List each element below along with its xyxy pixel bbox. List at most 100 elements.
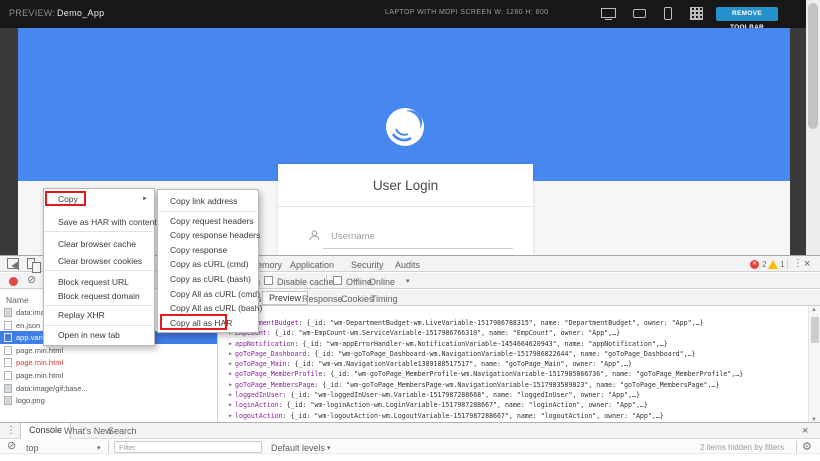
request-row[interactable]: data:image/gif;base... bbox=[0, 381, 217, 394]
app-header-banner bbox=[18, 28, 790, 181]
tab-cookies[interactable]: Cookies bbox=[341, 294, 374, 304]
expand-triangle-icon[interactable]: ▶ bbox=[229, 339, 232, 349]
console-toolbar: ⊘ top ▾ Default levels ▾ 2 items hidden … bbox=[0, 440, 820, 454]
preview-pane-scrollbar[interactable]: ▲ ▼ bbox=[808, 306, 820, 424]
gear-icon[interactable]: ⚙ bbox=[802, 440, 812, 453]
menu-item-copy-request-headers[interactable]: Copy request headers bbox=[158, 214, 258, 229]
menu-item-block-domain[interactable]: Block request domain bbox=[44, 289, 154, 303]
file-icon bbox=[4, 333, 12, 342]
record-icon[interactable] bbox=[9, 277, 18, 286]
json-line[interactable]: ▶goToPage_MembersPage: {_id: "wm-goToPag… bbox=[229, 380, 808, 390]
tablet-icon[interactable] bbox=[633, 9, 646, 18]
menu-item-block-url[interactable]: Block request URL bbox=[44, 275, 154, 289]
tab-whats-new[interactable]: What's New bbox=[64, 426, 112, 436]
menu-item-clear-cookies[interactable]: Clear browser cookies bbox=[44, 254, 154, 268]
json-line[interactable]: ▶EmpCount: {_id: "wm-EmpCount-wm.Service… bbox=[229, 328, 808, 338]
menu-item-clear-cache[interactable]: Clear browser cache bbox=[44, 237, 154, 251]
qr-code-icon[interactable] bbox=[690, 7, 703, 20]
scrollbar-thumb[interactable] bbox=[811, 317, 819, 343]
menu-item-copy-link-address[interactable]: Copy link address bbox=[158, 194, 258, 209]
clear-icon[interactable]: ⊘ bbox=[27, 275, 36, 286]
scroll-up-icon[interactable]: ▲ bbox=[811, 307, 817, 313]
throttling-select[interactable]: Online bbox=[369, 277, 395, 287]
menu-item-save-har[interactable]: Save as HAR with content bbox=[44, 215, 154, 229]
divider bbox=[326, 275, 327, 287]
drawer-menu-icon[interactable]: ⋮ bbox=[6, 425, 16, 436]
clear-console-icon[interactable]: ⊘ bbox=[7, 441, 16, 452]
page-scrollbar-thumb[interactable] bbox=[808, 3, 818, 129]
expand-triangle-icon[interactable]: ▶ bbox=[229, 359, 232, 369]
json-line[interactable]: ▶loginAction: {_id: "wm-loginAction-wm.L… bbox=[229, 400, 808, 410]
phone-icon[interactable] bbox=[664, 7, 672, 20]
offline-checkbox[interactable] bbox=[333, 276, 342, 285]
inspect-element-icon[interactable] bbox=[7, 258, 19, 269]
tab-timing[interactable]: Timing bbox=[371, 294, 398, 304]
json-line[interactable]: ▶DepartmentBudget: {_id: "wm-DepartmentB… bbox=[229, 318, 808, 328]
preview-toolbar: PREVIEW: Demo_App LAPTOP WITH MDPI SCREE… bbox=[0, 0, 806, 28]
menu-separator bbox=[45, 231, 153, 232]
error-count: 2 bbox=[762, 260, 766, 269]
tab-response[interactable]: Response bbox=[302, 294, 343, 304]
tab-search[interactable]: Search bbox=[108, 426, 137, 436]
name-column-header[interactable]: Name bbox=[6, 295, 29, 305]
expand-triangle-icon[interactable]: ▶ bbox=[229, 349, 232, 359]
request-row[interactable]: logo.png bbox=[0, 394, 217, 407]
chevron-down-icon[interactable]: ▾ bbox=[406, 277, 410, 285]
json-line[interactable]: ▶logoutAction: {_id: "wm-logoutAction-wm… bbox=[229, 411, 808, 421]
drawer-tab-bar: ⋮ Console What's New Search × bbox=[0, 423, 820, 439]
network-context-menu: Copy► Save as HAR with content Clear bro… bbox=[43, 188, 155, 346]
laptop-icon[interactable] bbox=[601, 8, 616, 18]
annotation-box-copy-all-as-har bbox=[160, 314, 227, 330]
devtools-close-icon[interactable]: × bbox=[804, 258, 810, 270]
app-name: Demo_App bbox=[57, 8, 104, 18]
preview-label: PREVIEW: bbox=[9, 8, 55, 18]
device-toolbar-icon[interactable] bbox=[27, 258, 35, 269]
menu-item-open-new-tab[interactable]: Open in new tab bbox=[44, 328, 154, 342]
drawer-close-icon[interactable]: × bbox=[802, 425, 808, 437]
json-line[interactable]: ▶goToPage_Main: {_id: "wm-wm.NavigationV… bbox=[229, 359, 808, 369]
disable-cache-checkbox[interactable] bbox=[264, 276, 273, 285]
request-row[interactable]: page.min.html bbox=[0, 369, 217, 382]
json-line[interactable]: ▶goToPage_MemberProfile: {_id: "wm-goToP… bbox=[229, 369, 808, 379]
chevron-down-icon[interactable]: ▾ bbox=[97, 444, 101, 452]
file-icon bbox=[4, 321, 12, 330]
expand-triangle-icon[interactable]: ▶ bbox=[229, 390, 232, 400]
context-select[interactable]: top bbox=[26, 443, 39, 453]
expand-triangle-icon[interactable]: ▶ bbox=[229, 380, 232, 390]
tab-application[interactable]: Application bbox=[290, 260, 334, 270]
request-row-error[interactable]: page.min.html bbox=[0, 356, 217, 369]
tab-security[interactable]: Security bbox=[351, 260, 384, 270]
expand-triangle-icon[interactable]: ▶ bbox=[229, 369, 232, 379]
menu-item-replay-xhr[interactable]: Replay XHR bbox=[44, 308, 154, 322]
menu-separator bbox=[45, 325, 153, 326]
expand-triangle-icon[interactable]: ▶ bbox=[229, 411, 232, 421]
tab-audits[interactable]: Audits bbox=[395, 260, 420, 270]
tab-memory-fragment[interactable]: emory bbox=[257, 260, 282, 270]
menu-item-copy-response[interactable]: Copy response bbox=[158, 243, 258, 258]
menu-item-copy-as-curl-cmd[interactable]: Copy as cURL (cmd) bbox=[158, 257, 258, 272]
menu-item-copy-response-headers[interactable]: Copy response headers bbox=[158, 228, 258, 243]
console-drawer: ⋮ Console What's New Search × ⊘ top ▾ De… bbox=[0, 422, 820, 461]
json-line[interactable]: ▶appNotification: {_id: "wm-appErrorHand… bbox=[229, 339, 808, 349]
login-title: User Login bbox=[278, 164, 533, 207]
preview-left-gutter bbox=[0, 28, 18, 255]
menu-item-copy-as-curl-bash[interactable]: Copy as cURL (bash) bbox=[158, 272, 258, 287]
devtools-menu-icon[interactable]: ⋮ bbox=[793, 258, 803, 269]
image-file-icon bbox=[4, 396, 12, 405]
chevron-down-icon[interactable]: ▾ bbox=[327, 444, 331, 452]
json-line[interactable]: ▶loggedInUser: {_id: "wm-loggedInUser-wm… bbox=[229, 390, 808, 400]
preview-right-gutter bbox=[790, 28, 806, 255]
offline-label[interactable]: Offline bbox=[346, 277, 372, 287]
annotation-box-copy bbox=[45, 191, 86, 206]
json-line[interactable]: ▶goToPage_Dashboard: {_id: "wm-goToPage_… bbox=[229, 349, 808, 359]
error-badge-icon[interactable]: ✕ bbox=[750, 260, 759, 269]
hidden-items-message: 2 items hidden by filters bbox=[700, 443, 784, 452]
console-filter-input[interactable] bbox=[114, 441, 262, 453]
menu-item-copy-all-as-curl-cmd[interactable]: Copy All as cURL (cmd) bbox=[158, 287, 258, 302]
warning-badge-icon[interactable] bbox=[768, 260, 778, 269]
log-levels-select[interactable]: Default levels bbox=[271, 443, 325, 453]
divider bbox=[796, 441, 797, 453]
username-field[interactable]: Username bbox=[331, 231, 375, 242]
expand-triangle-icon[interactable]: ▶ bbox=[229, 400, 232, 410]
remove-toolbar-button[interactable]: REMOVE TOOLBAR bbox=[716, 7, 778, 21]
